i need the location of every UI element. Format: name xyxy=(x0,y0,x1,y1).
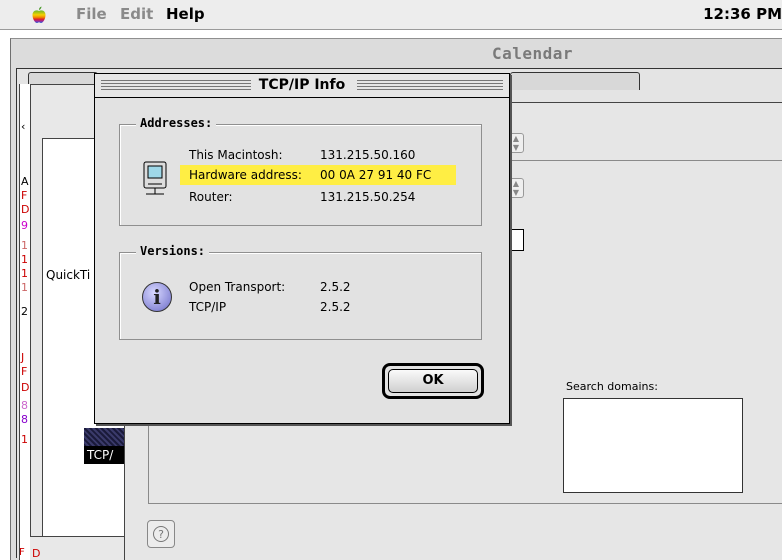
versions-group-label: Versions: xyxy=(136,244,210,258)
margin-char: 2 xyxy=(21,305,28,318)
address-field[interactable] xyxy=(512,229,524,251)
menu-help[interactable]: Help xyxy=(166,5,205,23)
menu-clock[interactable]: 12:36 PM xyxy=(703,5,782,23)
margin-char: D xyxy=(21,381,30,394)
tcpip-item-selected[interactable]: TCP/ xyxy=(84,446,126,464)
margin-char: 1 xyxy=(21,253,28,266)
margin-char: 1 xyxy=(21,433,28,446)
margin-char: D xyxy=(21,203,30,216)
popup-arrows-icon[interactable]: ▲ ▼ xyxy=(508,133,524,153)
search-domains-field[interactable] xyxy=(563,398,743,493)
versions-group xyxy=(119,252,482,340)
margin-char: F xyxy=(21,365,28,378)
help-button[interactable]: ? xyxy=(147,520,175,548)
ok-button[interactable]: OK xyxy=(388,369,478,393)
macintosh-icon xyxy=(143,161,167,195)
margin-char: A xyxy=(21,175,29,188)
dialog-title: TCP/IP Info xyxy=(252,77,352,93)
margin-char: 1 xyxy=(21,267,28,280)
hardware-address-value: 00 0A 27 91 40 FC xyxy=(320,168,432,182)
menu-bar: File Edit Help 12:36 PM xyxy=(0,0,782,30)
margin-char: 8 xyxy=(21,399,28,412)
open-transport-label: Open Transport: xyxy=(189,280,286,294)
chevron-left-icon[interactable]: ‹ xyxy=(21,120,25,133)
margin-char: 8 xyxy=(21,413,28,426)
margin-char: 1 xyxy=(21,239,28,252)
addresses-group-label: Addresses: xyxy=(136,116,217,130)
calendar-window-title: Calendar xyxy=(492,44,574,63)
quicktime-item[interactable]: QuickTi xyxy=(46,268,90,282)
doc-footer: D xyxy=(30,536,126,560)
this-macintosh-label: This Macintosh: xyxy=(189,148,283,162)
menu-edit[interactable]: Edit xyxy=(120,5,153,23)
footer-mark: D xyxy=(32,547,41,560)
open-transport-value: 2.5.2 xyxy=(320,280,351,294)
router-label: Router: xyxy=(189,190,233,204)
tcpip-version-value: 2.5.2 xyxy=(320,300,351,314)
footer-mark-2: F xyxy=(19,547,25,558)
search-domains-label: Search domains: xyxy=(566,380,658,393)
selected-item-icon xyxy=(84,428,126,446)
margin-char: F xyxy=(21,189,28,202)
margin-char: 9 xyxy=(21,219,28,232)
margin-char: J xyxy=(21,351,25,364)
calendar-tab[interactable] xyxy=(510,72,640,90)
tcpip-version-label: TCP/IP xyxy=(189,300,227,314)
margin-char: 1 xyxy=(21,281,28,294)
dialog-titlebar[interactable]: TCP/IP Info xyxy=(95,74,509,98)
apple-menu-icon[interactable] xyxy=(30,6,48,24)
info-icon: i xyxy=(142,282,172,312)
popup-arrows-icon[interactable]: ▲ ▼ xyxy=(508,178,524,198)
router-value: 131.215.50.254 xyxy=(320,190,416,204)
ok-button-ring: OK xyxy=(382,363,484,399)
menu-file[interactable]: File xyxy=(76,5,107,23)
question-icon: ? xyxy=(153,526,169,542)
this-macintosh-value: 131.215.50.160 xyxy=(320,148,416,162)
hardware-address-label: Hardware address: xyxy=(189,168,302,182)
